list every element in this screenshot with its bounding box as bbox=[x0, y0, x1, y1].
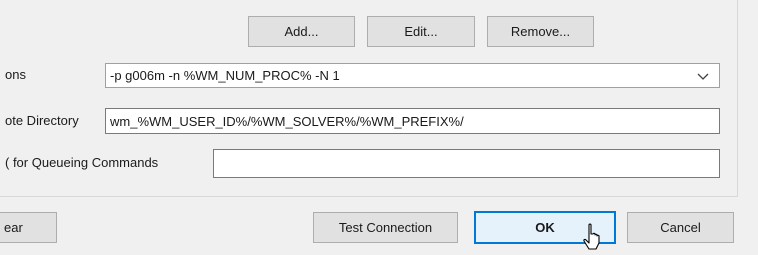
options-combobox[interactable]: -p g006m -n %WM_NUM_PROC% -N 1 bbox=[105, 63, 720, 88]
clear-button[interactable]: ear bbox=[0, 212, 57, 243]
add-button[interactable]: Add... bbox=[248, 16, 355, 47]
edit-button[interactable]: Edit... bbox=[367, 16, 475, 47]
cancel-button[interactable]: Cancel bbox=[627, 212, 734, 243]
chevron-down-icon[interactable] bbox=[697, 73, 709, 81]
remote-directory-input[interactable]: wm_%WM_USER_ID%/%WM_SOLVER%/%WM_PREFIX%/ bbox=[105, 108, 720, 134]
test-connection-button[interactable]: Test Connection bbox=[313, 212, 458, 243]
options-label: ons bbox=[5, 67, 26, 82]
options-value: -p g006m -n %WM_NUM_PROC% -N 1 bbox=[110, 68, 340, 83]
remove-button[interactable]: Remove... bbox=[487, 16, 594, 47]
remote-directory-value: wm_%WM_USER_ID%/%WM_SOLVER%/%WM_PREFIX%/ bbox=[110, 113, 464, 129]
queueing-commands-input[interactable] bbox=[213, 149, 720, 178]
mouse-pointer-icon bbox=[583, 223, 600, 250]
queueing-commands-label: ( for Queueing Commands bbox=[5, 155, 159, 170]
remote-directory-label: ote Directory bbox=[5, 113, 79, 128]
